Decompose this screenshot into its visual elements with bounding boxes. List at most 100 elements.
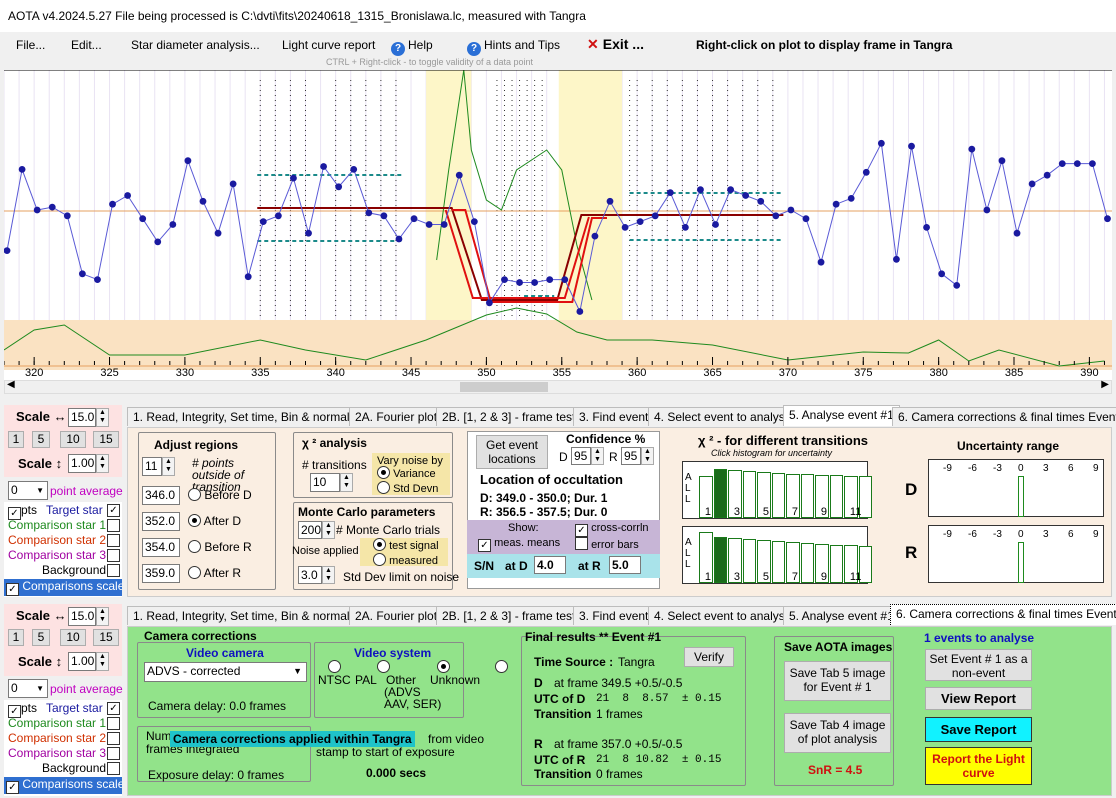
std-limit-input[interactable]: 3.0	[298, 566, 322, 584]
test-signal-radio-row[interactable]: test signal	[373, 538, 439, 552]
error-bars-checkbox[interactable]	[575, 537, 588, 550]
tab-analyse-event[interactable]: 5. Analyse event #1	[783, 405, 900, 426]
scale-btn-1[interactable]: 1	[8, 431, 24, 448]
scale-v-spinner[interactable]: ▲ ▼	[96, 454, 109, 473]
light-curve-svg[interactable]: 320 325 330 335 340 345 350 355 360 365 370 375 380 3…	[4, 70, 1112, 380]
comparisons-scaled-row[interactable]: ✓ Comparisons scaled	[4, 579, 122, 596]
tab-analyse-event-2[interactable]: 5. Analyse event #1	[783, 606, 900, 625]
tab-fourier[interactable]: 2A. Fourier plot	[349, 407, 444, 426]
std-limit-spinner[interactable]: ▲ ▼	[322, 566, 335, 584]
after-r-radio[interactable]	[188, 566, 201, 579]
background-checkbox-2[interactable]	[107, 762, 120, 775]
view-report-button[interactable]: View Report	[925, 687, 1032, 710]
scale-btn-15[interactable]: 15	[93, 431, 119, 448]
scale-h-spinner[interactable]: ▲ ▼	[96, 408, 109, 427]
tab-select-event-2[interactable]: 4. Select event to analyse	[648, 606, 798, 625]
menu-light-curve-report[interactable]: Light curve report	[282, 38, 375, 52]
report-light-curve-button[interactable]: Report the Light curve	[925, 747, 1032, 785]
save-tab5-button[interactable]: Save Tab 5 image for Event # 1	[784, 661, 891, 701]
scroll-thumb[interactable]	[460, 382, 548, 392]
comp2-checkbox[interactable]	[107, 534, 120, 547]
scale-btn-5-2[interactable]: 5	[32, 629, 50, 646]
confidence-d-spinner[interactable]: ▲ ▼	[591, 447, 604, 465]
menu-edit[interactable]: Edit...	[71, 38, 102, 52]
histogram-bar[interactable]	[829, 475, 843, 518]
tab-camera-corrections-2[interactable]: 6. Camera corrections & final times Even…	[890, 604, 1116, 625]
comparisons-scaled-row-2[interactable]: ✓ Comparisons scaled	[4, 777, 122, 794]
ntsc-radio[interactable]	[328, 660, 341, 673]
other-radio[interactable]	[436, 660, 450, 673]
scale-btn-1-2[interactable]: 1	[8, 629, 24, 646]
tab-select-event[interactable]: 4. Select event to analyse	[648, 407, 798, 426]
after-r-radio-row[interactable]: After R	[188, 566, 241, 580]
measured-radio-row[interactable]: measured	[373, 553, 438, 567]
histogram-bar[interactable]	[800, 543, 814, 583]
unknown-radio[interactable]	[495, 660, 509, 673]
background-checkbox[interactable]	[107, 564, 120, 577]
point-avg-select[interactable]: 0 ▼	[8, 481, 48, 500]
chi2-d-histogram[interactable]: A L L 1 3 5 7 9 11	[682, 461, 872, 519]
monte-trials-input[interactable]: 200	[298, 521, 322, 539]
measured-radio[interactable]	[373, 553, 386, 566]
menu-hints[interactable]: ? Hints and Tips	[467, 38, 560, 56]
point-avg-select-2[interactable]: 0 ▼	[8, 679, 48, 698]
transitions-spinner[interactable]: ▲ ▼	[340, 473, 353, 492]
variance-radio[interactable]	[377, 466, 390, 479]
confidence-r-spinner[interactable]: ▲ ▼	[641, 447, 654, 465]
histogram-bar[interactable]	[713, 469, 727, 518]
scale-v-input-2[interactable]: 1.00	[68, 652, 96, 671]
variance-radio-row[interactable]: Variance	[377, 466, 436, 480]
scale-v-input[interactable]: 1.00	[68, 454, 96, 473]
before-r-radio-row[interactable]: Before R	[188, 540, 252, 554]
histogram-bar[interactable]	[742, 538, 756, 583]
tab-fourier-2[interactable]: 2A. Fourier plot	[349, 606, 444, 625]
before-r-input[interactable]: 354.0	[142, 538, 180, 557]
monte-trials-spinner[interactable]: ▲ ▼	[322, 521, 335, 539]
scale-btn-10-2[interactable]: 10	[60, 629, 86, 646]
light-curve-plot[interactable]: 320 325 330 335 340 345 350 355 360 365 370 375 380 3…	[4, 70, 1112, 380]
scale-h-input-2[interactable]: 15.0	[68, 607, 96, 626]
confidence-r-input[interactable]: 95	[621, 447, 641, 465]
after-r-input[interactable]: 359.0	[142, 564, 180, 583]
meas-means-checkbox[interactable]: ✓	[478, 539, 491, 552]
histogram-bar[interactable]	[742, 471, 756, 518]
histogram-bar[interactable]	[829, 544, 843, 583]
comp3-checkbox[interactable]	[107, 549, 120, 562]
after-d-input[interactable]: 352.0	[142, 512, 180, 531]
tab-read-2[interactable]: 1. Read, Integrity, Set time, Bin & norm…	[127, 606, 371, 625]
error-bars-row[interactable]: error bars	[575, 537, 639, 551]
menu-exit[interactable]: ✕ Exit ...	[587, 36, 644, 53]
after-d-radio[interactable]	[188, 514, 201, 527]
target-star-checkbox[interactable]: ✓	[107, 504, 120, 517]
scale-h-spinner-2[interactable]: ▲ ▼	[96, 607, 109, 626]
scale-btn-15-2[interactable]: 15	[93, 629, 119, 646]
before-d-radio-row[interactable]: Before D	[188, 488, 252, 502]
camera-select[interactable]: ADVS - corrected ▼	[144, 662, 307, 682]
points-outside-spinner[interactable]: ▲ ▼	[162, 457, 175, 476]
histogram-bar[interactable]	[771, 540, 785, 583]
tab-camera-corrections[interactable]: 6. Camera corrections & final times Even…	[892, 407, 1116, 426]
scroll-left-icon[interactable]: ◀	[7, 379, 15, 390]
scale-v-spinner-2[interactable]: ▲ ▼	[96, 652, 109, 671]
scale-btn-10[interactable]: 10	[60, 431, 86, 448]
before-r-radio[interactable]	[188, 540, 201, 553]
get-event-locations-button[interactable]: Get event locations	[476, 435, 548, 469]
confidence-d-input[interactable]: 95	[571, 447, 591, 465]
save-report-button[interactable]: Save Report	[925, 717, 1032, 742]
chi2-r-histogram[interactable]: A L L 1 3 5 7 9 11	[682, 526, 872, 584]
plot-scrollbar[interactable]: ◀ ▶	[4, 379, 1112, 394]
after-d-radio-row[interactable]: After D	[188, 514, 241, 528]
verify-button[interactable]: Verify	[684, 647, 734, 667]
comp2-checkbox-2[interactable]	[107, 732, 120, 745]
test-signal-radio[interactable]	[373, 538, 386, 551]
histogram-bar[interactable]	[800, 474, 814, 518]
comparisons-scaled-checkbox[interactable]: ✓	[6, 583, 19, 596]
tab-read[interactable]: 1. Read, Integrity, Set time, Bin & norm…	[127, 407, 371, 426]
scroll-right-icon[interactable]: ▶	[1101, 379, 1109, 390]
before-d-input[interactable]: 346.0	[142, 486, 180, 505]
save-tab4-button[interactable]: Save Tab 4 image of plot analysis	[784, 713, 891, 753]
menu-file[interactable]: File...	[16, 38, 45, 52]
menu-star-diameter[interactable]: Star diameter analysis...	[131, 38, 260, 52]
comp1-checkbox[interactable]	[107, 519, 120, 532]
comparisons-scaled-checkbox-2[interactable]: ✓	[6, 781, 19, 794]
